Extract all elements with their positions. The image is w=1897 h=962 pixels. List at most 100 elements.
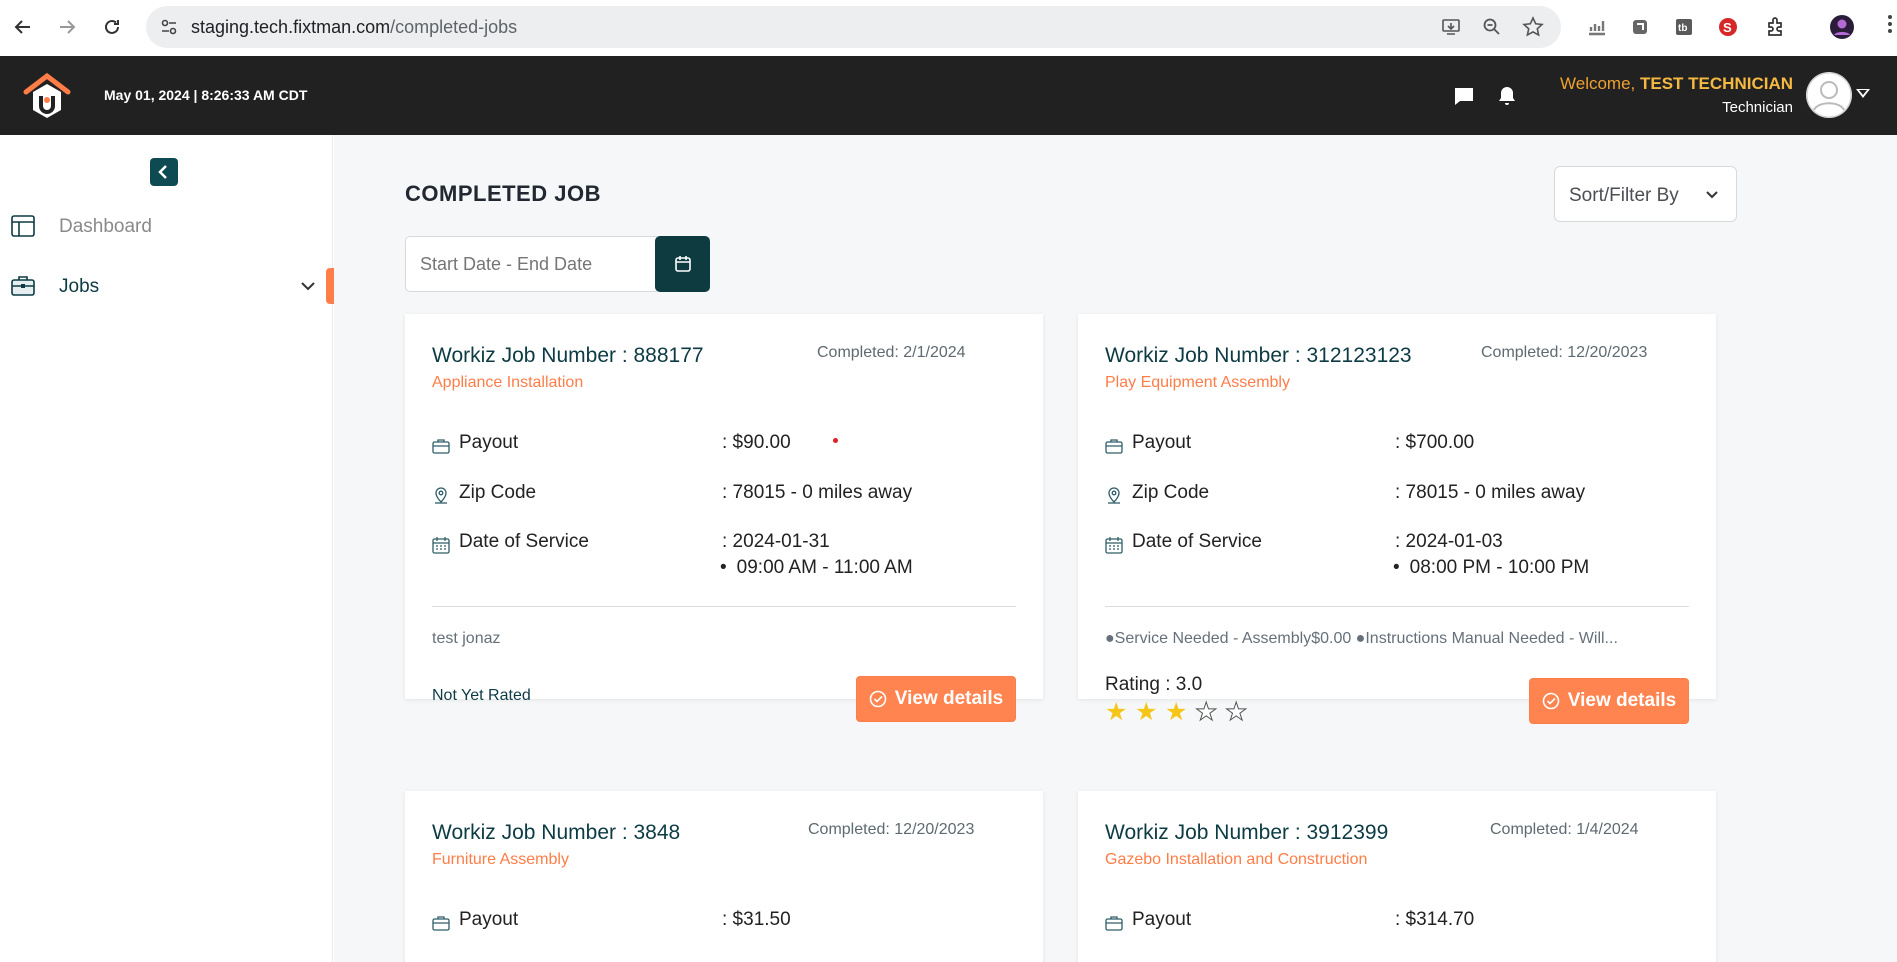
user-role: Technician xyxy=(1722,99,1793,116)
extensions-puzzle-icon[interactable] xyxy=(1763,14,1789,40)
url-text: staging.tech.fixtman.com/completed-jobs xyxy=(191,17,517,38)
date-value: : 2024-01-03 xyxy=(1395,531,1503,552)
date-value: : 2024-01-31 xyxy=(722,531,830,552)
completed-date: Completed: 1/4/2024 xyxy=(1490,821,1639,838)
calendar-icon xyxy=(674,256,691,272)
briefcase-icon xyxy=(1105,914,1123,932)
job-card: Workiz Job Number : 3848 Completed: 12/2… xyxy=(405,791,1043,962)
user-menu-caret-icon[interactable] xyxy=(1856,89,1870,98)
payout-value: : $314.70 xyxy=(1395,909,1475,930)
site-settings-icon[interactable] xyxy=(160,18,178,36)
extension-seo-icon[interactable]: S xyxy=(1715,14,1741,40)
payout-label: Payout xyxy=(1132,432,1192,453)
job-number: Workiz Job Number : 888177 xyxy=(432,344,704,367)
star-filled-icon: ★ xyxy=(1165,698,1188,726)
completed-date: Completed: 2/1/2024 xyxy=(817,344,966,361)
payout-label: Payout xyxy=(459,432,519,453)
extension-tb-icon[interactable]: tb xyxy=(1671,14,1697,40)
zip-row: Zip Code : 78015 - 0 miles away xyxy=(432,482,1022,512)
briefcase-icon xyxy=(10,273,36,299)
payout-row: Payout : $700.00 xyxy=(1105,432,1695,462)
view-details-button[interactable]: View details xyxy=(856,676,1016,722)
main-content: COMPLETED JOB Sort/Filter By Workiz Job … xyxy=(334,135,1897,962)
extension-chart-icon[interactable] xyxy=(1584,14,1610,40)
payout-label: Payout xyxy=(459,909,519,930)
calendar-button[interactable] xyxy=(655,236,710,292)
job-note: ●Service Needed - Assembly$0.00 ●Instruc… xyxy=(1105,630,1618,647)
welcome-prefix: Welcome, xyxy=(1560,74,1636,93)
star-empty-icon: ★ xyxy=(1195,698,1218,726)
extension-copy-icon[interactable] xyxy=(1627,14,1653,40)
job-note: test jonaz xyxy=(432,630,501,647)
user-avatar[interactable] xyxy=(1806,72,1852,118)
app-header: May 01, 2024 | 8:26:33 AM CDT Welcome, T… xyxy=(0,56,1897,135)
check-circle-icon xyxy=(869,690,887,708)
job-category: Play Equipment Assembly xyxy=(1105,374,1290,391)
reload-icon[interactable] xyxy=(99,14,125,40)
chevron-down-icon[interactable] xyxy=(300,278,316,294)
bookmark-star-icon[interactable] xyxy=(1522,16,1544,38)
job-category: Furniture Assembly xyxy=(432,851,569,868)
payout-value: : $90.00 xyxy=(722,432,791,453)
chevron-down-icon xyxy=(1706,191,1718,199)
chevron-left-icon xyxy=(158,165,167,179)
rating-value: Rating : 3.0 xyxy=(1105,674,1203,695)
job-category: Gazebo Installation and Construction xyxy=(1105,851,1368,868)
check-circle-icon xyxy=(1542,692,1560,710)
url-path: /completed-jobs xyxy=(390,17,518,37)
sidebar-collapse-button[interactable] xyxy=(150,158,178,186)
job-card: Workiz Job Number : 312123123 Completed:… xyxy=(1078,314,1716,725)
date-range-input[interactable] xyxy=(405,236,657,292)
forward-icon[interactable] xyxy=(54,14,80,40)
user-name: TEST TECHNICIAN xyxy=(1640,74,1793,93)
zip-value: : 78015 - 0 miles away xyxy=(1395,482,1586,503)
sort-filter-dropdown[interactable]: Sort/Filter By xyxy=(1554,166,1737,222)
payout-row: Payout : $90.00 xyxy=(432,432,1022,462)
job-number: Workiz Job Number : 3912399 xyxy=(1105,821,1389,844)
payout-label: Payout xyxy=(1132,909,1192,930)
sidebar-item-jobs[interactable]: Jobs xyxy=(0,266,333,306)
star-rating: ★ ★ ★ ★ ★ xyxy=(1105,698,1255,726)
profile-avatar-icon[interactable] xyxy=(1829,14,1855,40)
sort-filter-label: Sort/Filter By xyxy=(1569,185,1679,206)
date-label: Date of Service xyxy=(1132,531,1262,552)
notification-bell-icon[interactable] xyxy=(1495,84,1519,108)
briefcase-icon xyxy=(1105,437,1123,455)
zip-value: : 78015 - 0 miles away xyxy=(722,482,913,503)
chrome-menu-icon[interactable] xyxy=(1888,14,1892,34)
job-card: Workiz Job Number : 3912399 Completed: 1… xyxy=(1078,791,1716,962)
payout-row: Payout : $314.70 xyxy=(1105,909,1695,939)
calendar-icon xyxy=(432,536,450,554)
back-icon[interactable] xyxy=(10,14,36,40)
chat-icon[interactable] xyxy=(1452,84,1476,108)
card-divider xyxy=(1105,606,1689,607)
payout-row: Payout : $31.50 xyxy=(432,909,1022,939)
payout-value: : $700.00 xyxy=(1395,432,1475,453)
star-filled-icon: ★ xyxy=(1135,698,1158,726)
svg-text:tb: tb xyxy=(1678,23,1687,34)
view-details-label: View details xyxy=(1567,690,1677,711)
install-app-icon[interactable] xyxy=(1441,17,1461,37)
date-label: Date of Service xyxy=(459,531,589,552)
sidebar-item-dashboard[interactable]: Dashboard xyxy=(0,206,333,246)
payout-value: : $31.50 xyxy=(722,909,791,930)
time-range: 08:00 PM - 10:00 PM xyxy=(1395,557,1590,579)
view-details-button[interactable]: View details xyxy=(1529,678,1689,724)
sidebar: Dashboard Jobs xyxy=(0,135,334,962)
job-number: Workiz Job Number : 312123123 xyxy=(1105,344,1412,367)
star-filled-icon: ★ xyxy=(1105,698,1128,726)
zoom-icon[interactable] xyxy=(1482,17,1502,37)
current-datetime: May 01, 2024 | 8:26:33 AM CDT xyxy=(104,87,308,103)
active-item-marker xyxy=(326,268,334,304)
url-host: staging.tech.fixtman.com xyxy=(191,17,391,37)
indicator-dot xyxy=(833,438,838,443)
zip-label: Zip Code xyxy=(459,482,537,503)
page-title: COMPLETED JOB xyxy=(405,181,601,206)
fixtman-logo[interactable] xyxy=(20,70,74,124)
address-bar[interactable]: staging.tech.fixtman.com/completed-jobs xyxy=(146,6,1561,48)
completed-date: Completed: 12/20/2023 xyxy=(808,821,975,838)
dashboard-icon xyxy=(10,213,36,239)
calendar-icon xyxy=(1105,536,1123,554)
rating-status: Not Yet Rated xyxy=(432,687,531,704)
sidebar-item-label: Jobs xyxy=(59,276,100,297)
